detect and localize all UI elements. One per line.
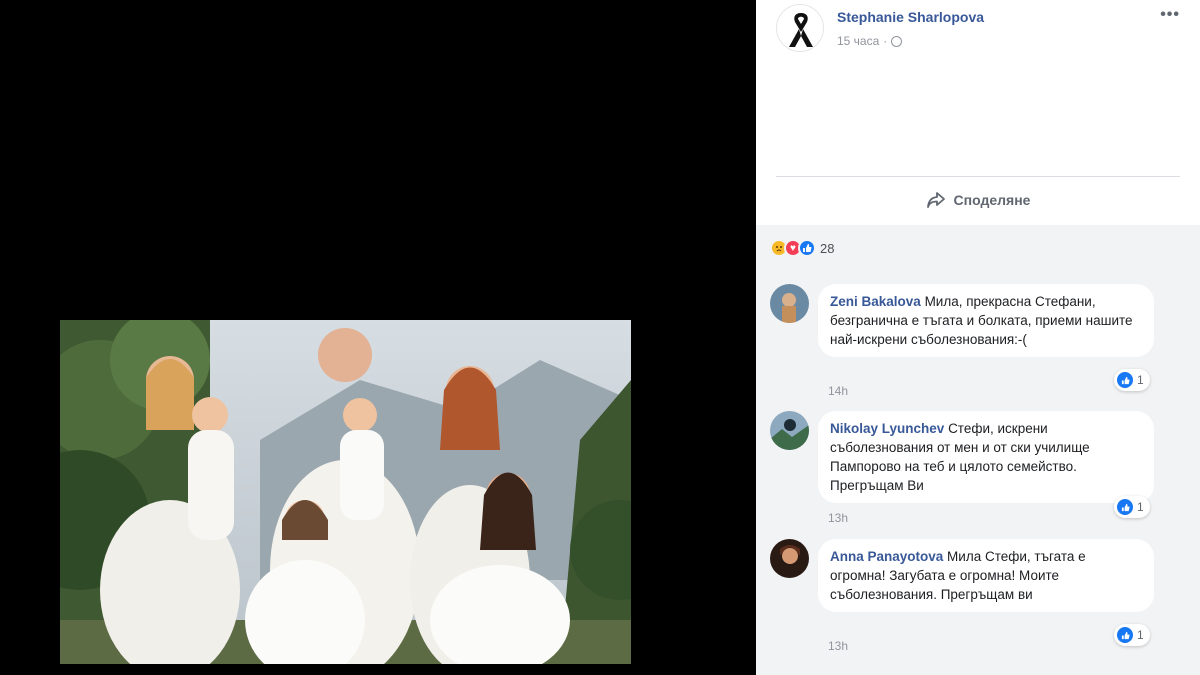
comment-likes[interactable]: 1 (1114, 624, 1150, 646)
black-ribbon-icon (789, 13, 813, 47)
comment-like-count: 1 (1137, 628, 1144, 642)
comments-section: ♥ 28 Zeni Bakalova Мила, прекрасна Стефа… (756, 225, 1200, 675)
comment-author[interactable]: Anna Panayotova (830, 549, 943, 564)
facebook-photo-viewer: Stephanie Sharlopova 15 часа · ••• Споде… (0, 0, 1200, 675)
reactions-count: 28 (820, 240, 835, 256)
comment-author[interactable]: Zeni Bakalova (830, 294, 921, 309)
share-arrow-icon (926, 192, 945, 208)
separator-dot: · (883, 34, 888, 48)
share-button[interactable]: Споделяне (756, 182, 1200, 218)
comment-like-count: 1 (1137, 500, 1144, 514)
globe-icon (891, 35, 903, 47)
comment-like-count: 1 (1137, 373, 1144, 387)
post-side-panel: Stephanie Sharlopova 15 часа · ••• Споде… (756, 0, 1200, 675)
like-icon (1117, 627, 1133, 643)
comment-time[interactable]: 13h (828, 511, 848, 525)
divider (776, 176, 1180, 177)
commenter-avatar[interactable] (770, 411, 809, 450)
like-icon (1117, 372, 1133, 388)
photo-viewer-area (0, 0, 756, 675)
post-meta: 15 часа · (837, 34, 903, 48)
comment-bubble: Zeni Bakalova Мила, прекрасна Стефани, б… (818, 284, 1154, 357)
reactions-summary[interactable]: ♥ 28 (770, 239, 834, 257)
comment-bubble: Nikolay Lyunchev Стефи, искрени съболезн… (818, 411, 1154, 503)
commenter-avatar[interactable] (770, 284, 809, 323)
family-photo[interactable] (60, 320, 631, 664)
comment-likes[interactable]: 1 (1114, 496, 1150, 518)
author-avatar[interactable] (776, 4, 824, 52)
more-options-icon[interactable]: ••• (1160, 6, 1180, 24)
comment-time[interactable]: 13h (828, 639, 848, 653)
comment-time[interactable]: 14h (828, 384, 848, 398)
post-author-name[interactable]: Stephanie Sharlopova (837, 9, 984, 25)
comment-author[interactable]: Nikolay Lyunchev (830, 421, 944, 436)
commenter-avatar[interactable] (770, 539, 809, 578)
like-icon (1117, 499, 1133, 515)
comment-likes[interactable]: 1 (1114, 369, 1150, 391)
share-label: Споделяне (953, 192, 1031, 208)
comment-bubble: Anna Panayotova Мила Стефи, тъгата е огр… (818, 539, 1154, 612)
post-time[interactable]: 15 часа (837, 34, 879, 48)
like-reaction-icon (798, 239, 816, 257)
